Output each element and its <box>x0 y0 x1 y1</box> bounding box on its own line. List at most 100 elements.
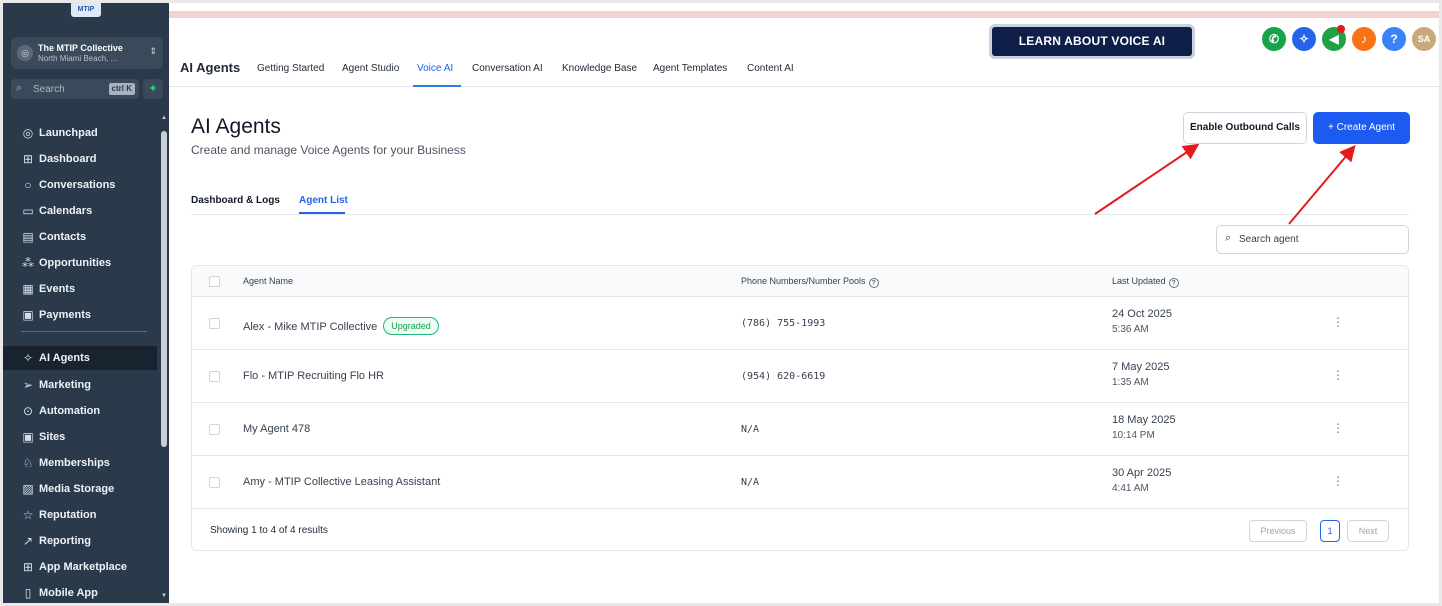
events-icon: ▦ <box>22 282 34 296</box>
help-icon[interactable]: ? <box>1382 27 1406 51</box>
bell-icon[interactable]: ♪ <box>1352 27 1376 51</box>
notification-dot <box>1337 25 1345 33</box>
table-row[interactable]: Flo - MTIP Recruiting Flo HR (954) 620-6… <box>192 350 1408 403</box>
sidebar-item-opportunities[interactable]: ⁂ Opportunities <box>3 251 157 275</box>
table-row[interactable]: Alex - Mike MTIP Collective Upgraded (786… <box>192 297 1408 350</box>
row-checkbox[interactable] <box>209 424 220 435</box>
row-checkbox[interactable] <box>209 371 220 382</box>
memberships-icon: ♘ <box>22 456 34 470</box>
sidebar-item-events[interactable]: ▦ Events <box>3 277 157 301</box>
play-icon: ⊙ <box>22 404 34 418</box>
table-header: Agent Name Phone Numbers/Number Pools? L… <box>192 266 1408 297</box>
page-title: AI Agents <box>191 115 281 138</box>
sidebar-item-label: Marketing <box>39 379 91 391</box>
agent-name: Flo - MTIP Recruiting Flo HR <box>243 370 384 382</box>
info-icon[interactable]: ? <box>868 278 879 288</box>
sidebar-item-launchpad[interactable]: ◎ Launchpad <box>3 121 157 145</box>
sidebar-search-placeholder: Search <box>33 84 65 95</box>
row-checkbox[interactable] <box>209 477 220 488</box>
rocket-icon: ◎ <box>22 126 34 140</box>
quick-action-bolt-icon[interactable]: ✦ <box>143 79 163 99</box>
previous-page-button[interactable]: Previous <box>1249 520 1307 542</box>
scrollbar-thumb[interactable] <box>161 131 167 447</box>
table-row[interactable]: My Agent 478 N/A 18 May 2025 10:14 PM ⋮ <box>192 403 1408 456</box>
sidebar-item-reputation[interactable]: ☆ Reputation <box>3 503 157 527</box>
sidebar-item-sites[interactable]: ▣ Sites <box>3 425 157 449</box>
tab-agent-studio[interactable]: Agent Studio <box>342 63 399 74</box>
more-options-icon[interactable]: ⋮ <box>1332 474 1344 488</box>
subtab-dashboard-logs[interactable]: Dashboard & Logs <box>191 195 280 206</box>
sidebar-item-label: Payments <box>39 309 91 321</box>
sidebar-item-dashboard[interactable]: ⊞ Dashboard <box>3 147 157 171</box>
select-all-checkbox[interactable] <box>209 276 220 287</box>
app-window: MTIP ◎ The MTIP Collective North Miami B… <box>3 3 1439 603</box>
sidebar-item-label: Media Storage <box>39 483 115 495</box>
tab-conversation-ai[interactable]: Conversation AI <box>472 63 543 74</box>
sidebar-item-mobile-app[interactable]: ▯ Mobile App <box>3 581 157 603</box>
account-location: North Miami Beach, ... <box>38 54 118 63</box>
sidebar-item-conversations[interactable]: ○ Conversations <box>3 173 157 197</box>
sparkle-icon[interactable]: ✧ <box>1292 27 1316 51</box>
phone-number: N/A <box>741 424 760 435</box>
column-agent-name: Agent Name <box>243 276 294 286</box>
more-options-icon[interactable]: ⋮ <box>1332 368 1344 382</box>
tab-knowledge-base[interactable]: Knowledge Base <box>562 63 637 74</box>
chevron-updown-icon: ⇕ <box>149 46 157 56</box>
sidebar-item-ai-agents[interactable]: ✧ AI Agents <box>3 346 157 370</box>
status-badge: Upgraded <box>383 317 439 335</box>
sidebar-item-reporting[interactable]: ↗ Reporting <box>3 529 157 553</box>
sidebar-item-label: Conversations <box>39 179 116 191</box>
more-options-icon[interactable]: ⋮ <box>1332 421 1344 435</box>
sidebar-item-label: Events <box>39 283 76 295</box>
table-row[interactable]: Amy - MTIP Collective Leasing Assistant … <box>192 456 1408 509</box>
agent-search-input[interactable] <box>1239 231 1399 248</box>
sidebar-item-marketing[interactable]: ➢ Marketing <box>3 373 157 397</box>
column-phone-label: Phone Numbers/Number Pools <box>741 276 866 286</box>
enable-outbound-calls-button[interactable]: Enable Outbound Calls <box>1183 112 1307 144</box>
phone-number: (954) 620-6619 <box>741 371 826 382</box>
sidebar-item-calendars[interactable]: ▭ Calendars <box>3 199 157 223</box>
info-icon[interactable]: ? <box>1168 278 1179 288</box>
tab-agent-templates[interactable]: Agent Templates <box>653 63 727 74</box>
more-options-icon[interactable]: ⋮ <box>1332 315 1344 329</box>
user-avatar[interactable]: SA <box>1412 27 1436 51</box>
sidebar-item-label: Dashboard <box>39 153 97 165</box>
company-logo: MTIP <box>71 3 101 17</box>
row-checkbox[interactable] <box>209 318 220 329</box>
scroll-down-icon[interactable]: ▼ <box>161 593 167 599</box>
next-page-button[interactable]: Next <box>1347 520 1389 542</box>
account-switcher[interactable]: ◎ The MTIP Collective North Miami Beach,… <box>11 37 163 69</box>
page-1-button[interactable]: 1 <box>1320 520 1340 542</box>
phone-icon[interactable]: ✆ <box>1262 27 1286 51</box>
star-icon: ☆ <box>22 508 34 522</box>
agent-table: Agent Name Phone Numbers/Number Pools? L… <box>191 265 1409 551</box>
agent-search[interactable]: ⌕ <box>1216 225 1409 254</box>
sidebar-item-contacts[interactable]: ▤ Contacts <box>3 225 157 249</box>
updated-date: 30 Apr 2025 <box>1112 467 1172 479</box>
tab-getting-started[interactable]: Getting Started <box>257 63 324 74</box>
mobile-icon: ▯ <box>24 586 32 600</box>
agent-name-text: Alex - Mike MTIP Collective <box>243 321 378 333</box>
results-count: Showing 1 to 4 of 4 results <box>210 525 328 536</box>
subtab-agent-list[interactable]: Agent List <box>299 195 348 206</box>
subtab-divider <box>191 214 1409 215</box>
sidebar-item-payments[interactable]: ▣ Payments <box>3 303 157 327</box>
table-footer: Showing 1 to 4 of 4 results Previous 1 N… <box>192 510 1408 550</box>
tab-voice-ai[interactable]: Voice AI <box>417 63 453 74</box>
sidebar-item-media-storage[interactable]: ▨ Media Storage <box>3 477 157 501</box>
phone-number: (786) 755-1993 <box>741 318 826 329</box>
sparkle-icon: ✧ <box>22 351 34 365</box>
tab-content-ai[interactable]: Content AI <box>747 63 794 74</box>
sidebar-item-memberships[interactable]: ♘ Memberships <box>3 451 157 475</box>
create-agent-button[interactable]: + Create Agent <box>1313 112 1410 144</box>
updated-date: 7 May 2025 <box>1112 361 1170 373</box>
sidebar-search[interactable]: ⌕ Search ctrl K <box>11 79 139 99</box>
opportunities-icon: ⁂ <box>22 256 34 270</box>
sidebar-item-label: Calendars <box>39 205 93 217</box>
phone-number: N/A <box>741 477 760 488</box>
agent-name: Amy - MTIP Collective Leasing Assistant <box>243 476 441 488</box>
sidebar-item-app-marketplace[interactable]: ⊞ App Marketplace <box>3 555 157 579</box>
sidebar-scrollbar[interactable]: ▲ ▼ <box>159 115 169 603</box>
sidebar-item-automation[interactable]: ⊙ Automation <box>3 399 157 423</box>
scroll-up-icon[interactable]: ▲ <box>161 115 167 121</box>
